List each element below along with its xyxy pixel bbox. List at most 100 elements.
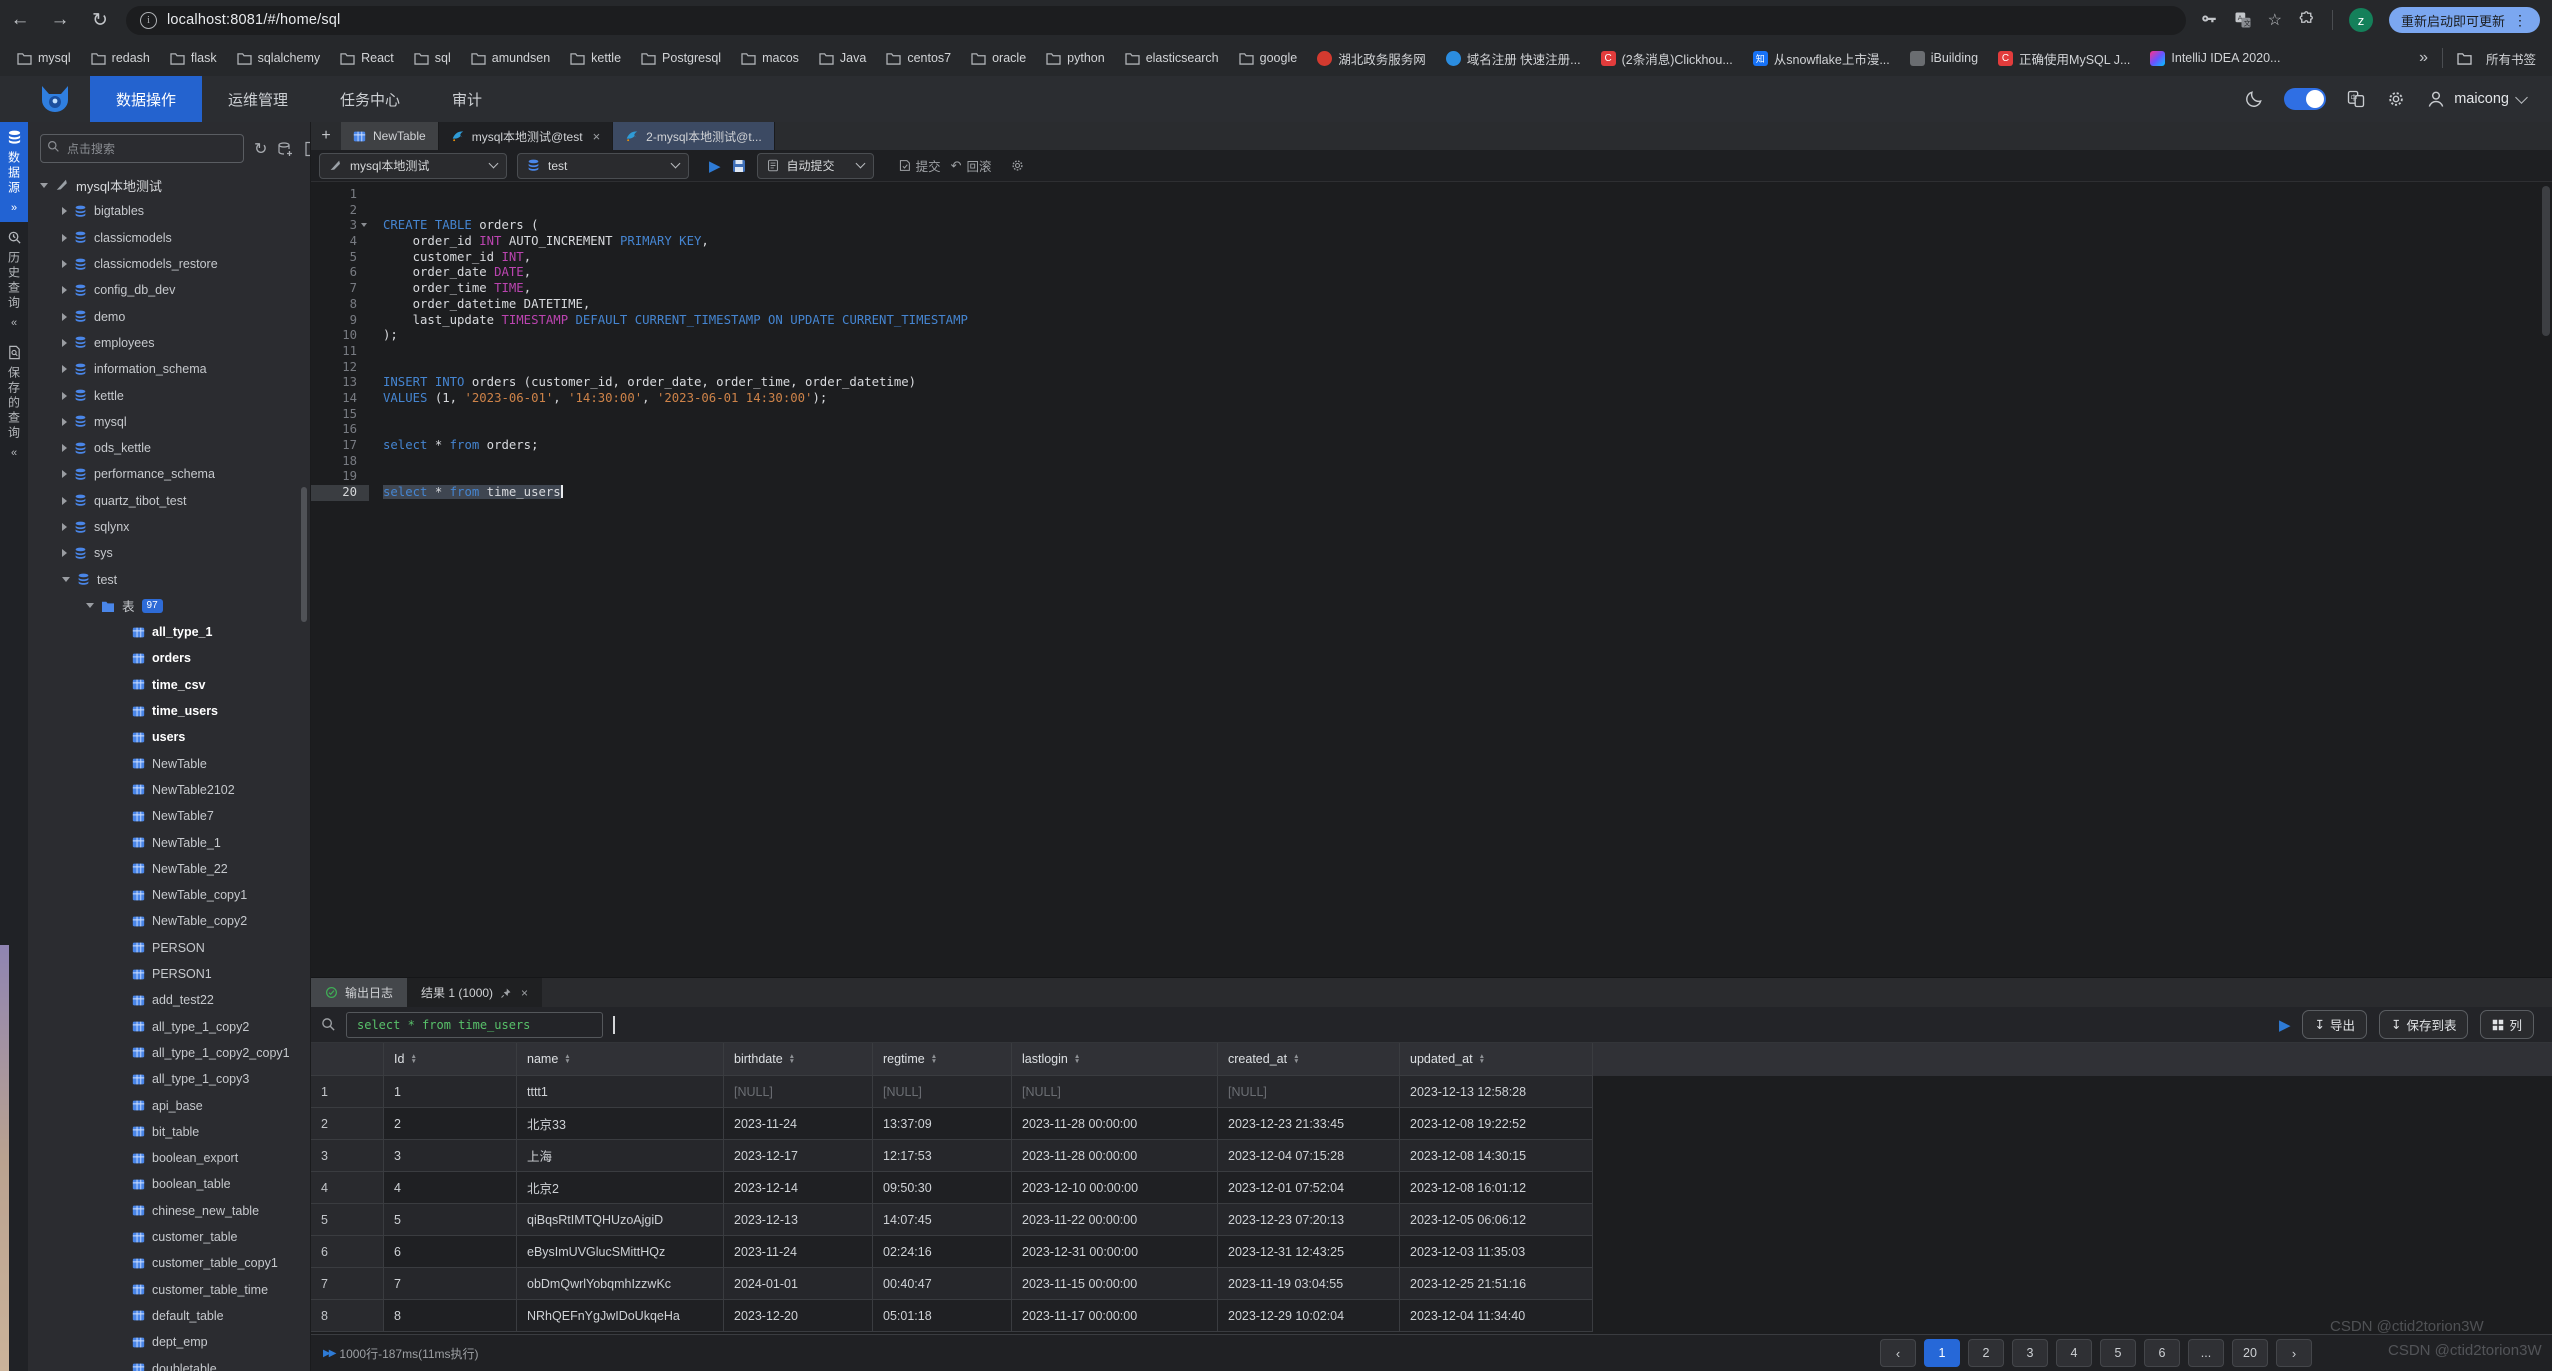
tree-item-NewTable[interactable]: NewTable	[28, 751, 310, 777]
tree-item-classicmodels_restore[interactable]: classicmodels_restore	[28, 251, 310, 277]
settings-gear-icon[interactable]	[2386, 89, 2406, 109]
collapsed-arrow-icon[interactable]	[62, 260, 67, 268]
tree-item-quartz_tibot_test[interactable]: quartz_tibot_test	[28, 488, 310, 514]
menu-ops-mgmt[interactable]: 运维管理	[202, 76, 314, 122]
tree-item-sqlynx[interactable]: sqlynx	[28, 514, 310, 540]
autocommit-select[interactable]: 自动提交	[757, 153, 874, 179]
tree-item-NewTable2102[interactable]: NewTable2102	[28, 777, 310, 803]
sort-icon[interactable]: ▲▼	[789, 1054, 795, 1065]
connection-select[interactable]: mysql本地测试	[319, 153, 507, 179]
collapse-right-icon[interactable]: »	[11, 202, 17, 214]
sort-icon[interactable]: ▲▼	[410, 1054, 416, 1065]
editor-line-6[interactable]: 6 order_date DATE,	[311, 265, 2552, 281]
bookmark-item[interactable]: mysql	[10, 48, 78, 68]
page-button-5[interactable]: 5	[2100, 1339, 2136, 1367]
tree-item-chinese_new_table[interactable]: chinese_new_table	[28, 1198, 310, 1224]
language-switch-icon[interactable]: 中	[2346, 89, 2366, 109]
tree-item-demo[interactable]: demo	[28, 303, 310, 329]
collapsed-arrow-icon[interactable]	[62, 497, 67, 505]
tree-item-NewTable7[interactable]: NewTable7	[28, 803, 310, 829]
result-tab[interactable]: 结果 1 (1000) ×	[407, 978, 542, 1007]
rail-datasource[interactable]: 数据源 »	[0, 122, 28, 222]
bookmark-item[interactable]: Java	[812, 48, 873, 68]
bookmark-item[interactable]: Postgresql	[634, 48, 728, 68]
editor-line-19[interactable]: 19	[311, 469, 2552, 485]
collapsed-arrow-icon[interactable]	[62, 207, 67, 215]
tree-item-bit_table[interactable]: bit_table	[28, 1119, 310, 1145]
rollback-button[interactable]: ↶ 回滚	[951, 156, 992, 175]
theme-toggle[interactable]	[2284, 88, 2326, 110]
extensions-icon[interactable]	[2298, 11, 2316, 29]
tree-item-dept_emp[interactable]: dept_emp	[28, 1329, 310, 1355]
run-button[interactable]: ▶	[709, 157, 721, 175]
fold-arrow-icon[interactable]	[361, 223, 367, 227]
tree-item-all_type_1_copy3[interactable]: all_type_1_copy3	[28, 1066, 310, 1092]
page-button-4[interactable]: 4	[2056, 1339, 2092, 1367]
tree-item-api_base[interactable]: api_base	[28, 1092, 310, 1118]
tree-item-customer_table_time[interactable]: customer_table_time	[28, 1276, 310, 1302]
editor-line-12[interactable]: 12	[311, 360, 2552, 376]
query-text-chip[interactable]: select * from time_users	[346, 1012, 603, 1038]
sort-icon[interactable]: ▲▼	[1074, 1054, 1080, 1065]
tree-item-customer_table[interactable]: customer_table	[28, 1224, 310, 1250]
editor-line-16[interactable]: 16	[311, 422, 2552, 438]
collapsed-arrow-icon[interactable]	[62, 286, 67, 294]
column-header-birthdate[interactable]: birthdate▲▼	[724, 1043, 873, 1076]
editor-line-8[interactable]: 8 order_datetime DATETIME,	[311, 297, 2552, 313]
refresh-result-button[interactable]: ▶	[2279, 1016, 2291, 1034]
tab-mysql-test[interactable]: mysql本地测试@test ×	[439, 122, 613, 150]
reload-icon[interactable]: ↻	[80, 9, 120, 32]
rail-saved-queries[interactable]: 保存的查询 «	[0, 337, 28, 467]
bookmark-item[interactable]: 湖北政务服务网	[1310, 46, 1433, 71]
tree-item-users[interactable]: users	[28, 724, 310, 750]
tree-item-classicmodels[interactable]: classicmodels	[28, 225, 310, 251]
save-result-icon[interactable]	[731, 158, 747, 174]
editor-line-2[interactable]: 2	[311, 203, 2552, 219]
tree-item-add_test22[interactable]: add_test22	[28, 987, 310, 1013]
tree-item-boolean_table[interactable]: boolean_table	[28, 1171, 310, 1197]
tree-item-performance_schema[interactable]: performance_schema	[28, 461, 310, 487]
sidebar-scrollbar[interactable]	[301, 487, 307, 622]
bookmark-item[interactable]: sqlalchemy	[230, 48, 328, 68]
tree-item-PERSON1[interactable]: PERSON1	[28, 961, 310, 987]
save-to-table-button[interactable]: ↧ 保存到表	[2379, 1010, 2469, 1039]
menu-audit[interactable]: 审计	[426, 76, 508, 122]
page-button-2[interactable]: 2	[1968, 1339, 2004, 1367]
bookmark-item[interactable]: macos	[734, 48, 806, 68]
tree-item-default_table[interactable]: default_table	[28, 1303, 310, 1329]
site-info-icon[interactable]: i	[140, 12, 157, 29]
tree-item-all_type_1_copy2[interactable]: all_type_1_copy2	[28, 1014, 310, 1040]
next-page-button[interactable]: ›	[2276, 1339, 2312, 1367]
database-select[interactable]: test	[517, 153, 689, 179]
tree-item-boolean_export[interactable]: boolean_export	[28, 1145, 310, 1171]
bookmark-item[interactable]: 域名注册 快速注册...	[1439, 46, 1588, 71]
expanded-arrow-icon[interactable]	[86, 603, 94, 608]
tab-newtable[interactable]: NewTable	[341, 122, 439, 150]
editor-line-20[interactable]: 20select * from time_users	[311, 485, 2552, 501]
tree-item-customer_table_copy1[interactable]: customer_table_copy1	[28, 1250, 310, 1276]
commit-button[interactable]: 提交	[898, 156, 941, 175]
expanded-arrow-icon[interactable]	[62, 577, 70, 582]
collapse-left-icon[interactable]: «	[11, 447, 17, 459]
tree-item-information_schema[interactable]: information_schema	[28, 356, 310, 382]
output-log-tab[interactable]: 输出日志	[311, 978, 407, 1007]
editor-line-4[interactable]: 4 order_id INT AUTO_INCREMENT PRIMARY KE…	[311, 234, 2552, 250]
tree-item-config_db_dev[interactable]: config_db_dev	[28, 277, 310, 303]
bookmarks-overflow-icon[interactable]: »	[2419, 49, 2428, 67]
page-button-3[interactable]: 3	[2012, 1339, 2048, 1367]
editor-line-1[interactable]: 1	[311, 187, 2552, 203]
editor-line-11[interactable]: 11	[311, 344, 2552, 360]
column-header-updated_at[interactable]: updated_at▲▼	[1400, 1043, 1593, 1076]
column-header-name[interactable]: name▲▼	[517, 1043, 724, 1076]
menu-task-center[interactable]: 任务中心	[314, 76, 426, 122]
sort-icon[interactable]: ▲▼	[564, 1054, 570, 1065]
tree-item-all_type_1[interactable]: all_type_1	[28, 619, 310, 645]
refresh-icon[interactable]: ↻	[254, 139, 267, 159]
prev-page-button[interactable]: ‹	[1880, 1339, 1916, 1367]
editor-line-9[interactable]: 9 last_update TIMESTAMP DEFAULT CURRENT_…	[311, 313, 2552, 329]
profile-avatar[interactable]: z	[2349, 8, 2373, 32]
sidebar-search-input[interactable]	[40, 134, 244, 163]
chrome-update-button[interactable]: 重新启动即可更新 ⋮	[2389, 7, 2540, 33]
pin-icon[interactable]	[500, 987, 512, 999]
editor-line-18[interactable]: 18	[311, 454, 2552, 470]
